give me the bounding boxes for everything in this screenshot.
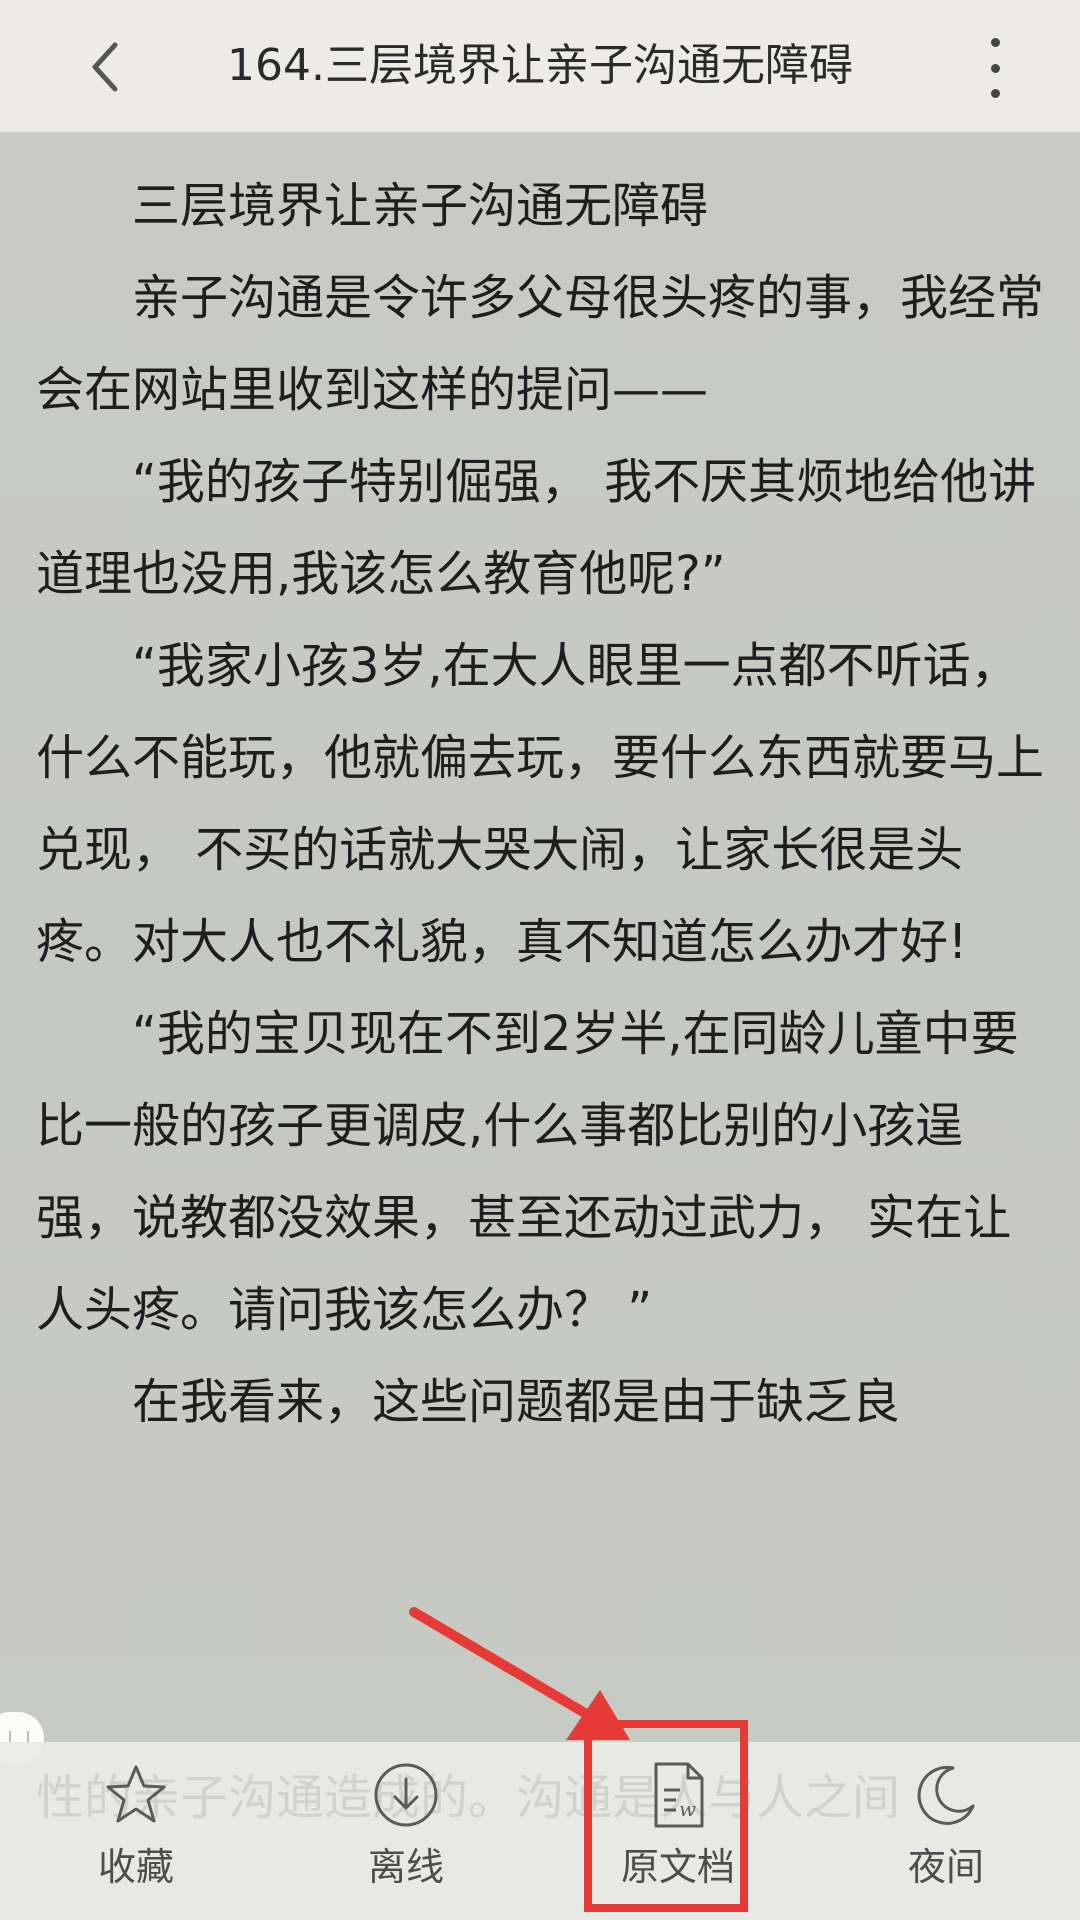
offline-label: 离线: [367, 1845, 444, 1889]
offline-button[interactable]: 离线: [326, 1760, 486, 1910]
annotation-highlight-box: [584, 1720, 748, 1912]
more-vertical-icon: [990, 38, 1000, 47]
article-paragraph: 在我看来，这些问题都是由于缺乏良: [132, 1374, 901, 1430]
more-button[interactable]: [970, 38, 1020, 98]
night-mode-button[interactable]: 夜间: [866, 1760, 1026, 1910]
star-icon: [106, 1765, 166, 1823]
night-mode-label: 夜间: [907, 1845, 984, 1889]
top-bar: 164.三层境界让亲子沟通无障碍: [0, 0, 1080, 133]
favorite-label: 收藏: [97, 1845, 174, 1889]
article-paragraph: “我的宝贝现在不到2岁半,在同龄儿童中要比一般的孩子更调皮,什么事都比别的小孩逞…: [36, 1006, 1019, 1338]
article-paragraph: “我的孩子特别倔强， 我不厌其烦地给他讲道理也没用,我该怎么教育他呢?”: [36, 454, 1037, 602]
article-content: 三层境界让亲子沟通无障碍 亲子沟通是令许多父母很头疼的事，我经常会在网站里收到这…: [36, 160, 1046, 1448]
chevron-left-icon: [92, 42, 118, 92]
moon-icon: [917, 1765, 975, 1825]
page-title: 164.三层境界让亲子沟通无障碍: [227, 40, 853, 91]
article-paragraph: “我家小孩3岁,在大人眼里一点都不听话，什么不能玩，他就偏去玩，要什么东西就要马…: [36, 638, 1045, 970]
favorite-button[interactable]: 收藏: [56, 1760, 216, 1910]
reader-screen: 164.三层境界让亲子沟通无障碍 三层境界让亲子沟通无障碍 亲子沟通是令许多父母…: [0, 0, 1080, 1920]
article-paragraph: 亲子沟通是令许多父母很头疼的事，我经常会在网站里收到这样的提问——: [36, 270, 1045, 418]
back-button[interactable]: [70, 32, 140, 102]
article-heading: 三层境界让亲子沟通无障碍: [132, 178, 709, 234]
download-circle-icon: [374, 1763, 438, 1827]
